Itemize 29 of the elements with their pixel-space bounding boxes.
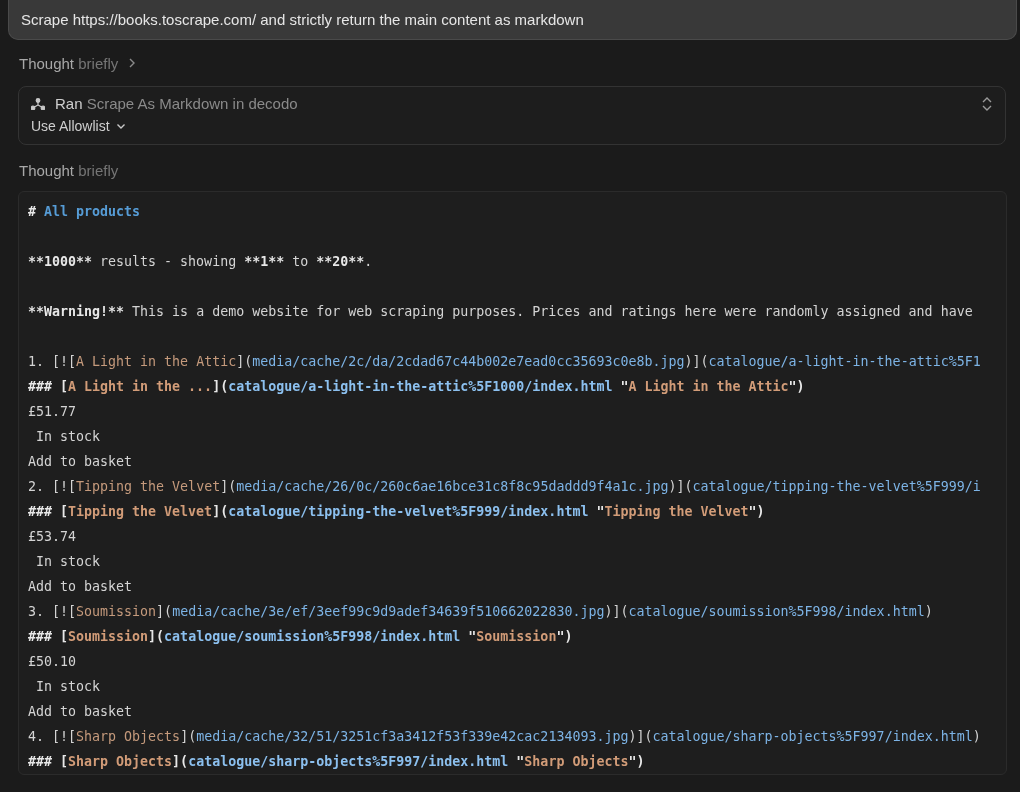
code-line: £51.77	[28, 404, 77, 419]
tool-run-label: Ran Scrape As Markdown in decodo	[55, 95, 299, 112]
expand-collapse-icon[interactable]	[981, 95, 993, 112]
code-line: £53.74	[28, 529, 77, 544]
code-line: ### [A Light in the ...](catalogue/a-light-in-the-attic%5F1000/index.html "A Light in the Attic")	[28, 379, 805, 394]
code-line: Add to basket	[28, 454, 133, 469]
code-line: £50.10	[28, 654, 77, 669]
code-line: 2. [![Tipping the Velvet](media/cache/26/0c/260c6ae16bce31c8f8c95daddd9f4a1c.jpg)](catalogue/tipping-the-velvet%5F999/i	[28, 479, 981, 494]
nodes-icon	[31, 97, 45, 110]
code-line: 4. [![Sharp Objects](media/cache/32/51/3251cf3a3412f53f339e42cac2134093.jpg)](catalogue/sharp-objects%5F997/index.html)	[28, 729, 981, 744]
prompt-bubble: Scrape https://books.toscrape.com/ and strictly return the main content as markdown	[8, 0, 1017, 40]
allowlist-dropdown[interactable]: Use Allowlist	[31, 116, 126, 136]
code-line: ### [Tipping the Velvet](catalogue/tipping-the-velvet%5F999/index.html "Tipping the Velvet")	[28, 504, 765, 519]
code-line: In stock	[35, 554, 101, 569]
chevron-right-icon[interactable]	[128, 57, 137, 69]
code-line: ### [Soumission](catalogue/soumission%5F998/index.html "Soumission")	[28, 629, 573, 644]
thought-label[interactable]: Thought briefly	[19, 54, 119, 72]
code-line: **Warning!** This is a demo website for web scraping purposes. Prices and ratings here were randomly assigned and have	[28, 304, 973, 319]
code-line: # All products	[28, 204, 141, 219]
code-line: 3. [![Soumission](media/cache/3e/ef/3eef99c9d9adef34639f510662022830.jpg)](catalogue/soumission%5F998/index.html)	[28, 604, 933, 619]
code-line: In stock	[35, 679, 101, 694]
code-line: Add to basket	[28, 579, 133, 594]
code-line: Add to basket	[28, 704, 133, 719]
code-line: 1. [![A Light in the Attic](media/cache/2c/da/2cdad67c44b002e7ead0cc35693c0e8b.jpg)](catalogue/a-light-in-the-attic%5F1	[28, 354, 981, 369]
code-line: ### [Sharp Objects](catalogue/sharp-objects%5F997/index.html "Sharp Objects")	[28, 754, 645, 769]
code-line: In stock	[35, 429, 101, 444]
chevron-down-icon[interactable]	[115, 122, 126, 130]
code-line: **1000** results - showing **1** to **20**.	[28, 254, 373, 269]
thought-label: Thought briefly	[19, 161, 119, 179]
